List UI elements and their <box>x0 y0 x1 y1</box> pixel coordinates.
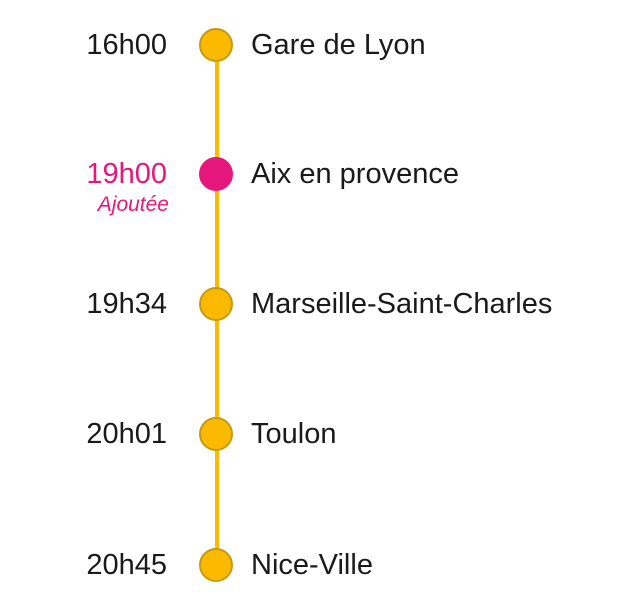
station-name: Marseille-Saint-Charles <box>251 288 553 320</box>
stop-time: 19h34 <box>86 288 167 320</box>
stop-dot <box>199 157 233 191</box>
stop-time: 19h00 <box>86 158 167 190</box>
stop-time: 20h01 <box>86 418 167 450</box>
train-timeline: 16h00 Gare de Lyon 19h00 Ajoutée Aix en … <box>0 0 623 613</box>
stop-dot <box>199 548 233 582</box>
stop-time: 16h00 <box>86 29 167 61</box>
stop-dot <box>199 287 233 321</box>
station-name: Toulon <box>251 418 337 450</box>
station-name: Aix en provence <box>251 158 459 190</box>
stop-dot <box>199 28 233 62</box>
stop-dot <box>199 417 233 451</box>
added-note: Ajoutée <box>97 193 169 216</box>
station-name: Gare de Lyon <box>251 29 426 61</box>
stop-time: 20h45 <box>86 549 167 581</box>
station-name: Nice-Ville <box>251 549 373 581</box>
